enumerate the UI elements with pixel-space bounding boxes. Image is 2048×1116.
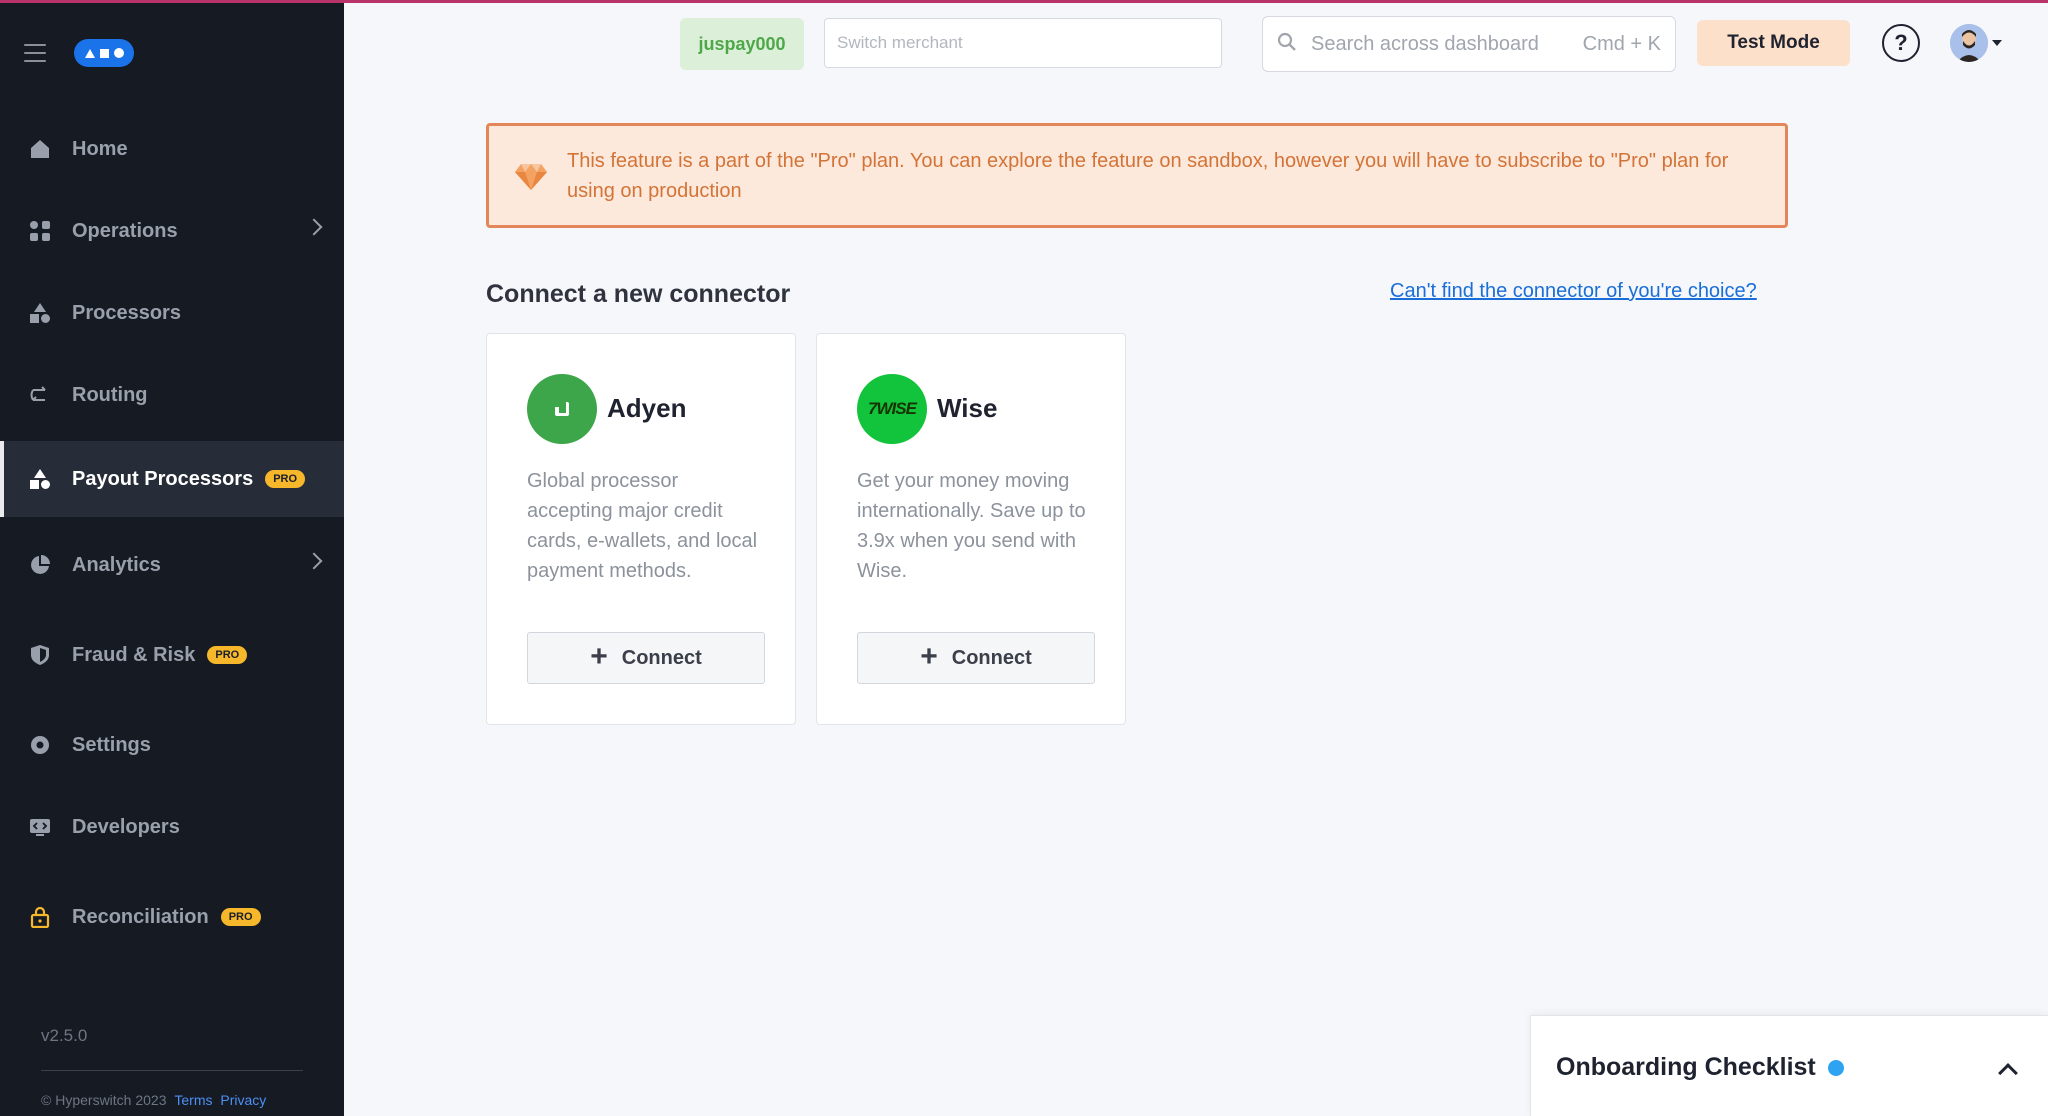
top-accent-line	[0, 0, 2048, 3]
connector-name: Adyen	[607, 393, 687, 423]
connect-adyen-button[interactable]: + Connect	[527, 632, 765, 684]
terms-link[interactable]: Terms	[174, 1092, 212, 1108]
chevron-right-icon	[305, 552, 323, 570]
copyright-text: Hyperswitch 2023	[55, 1092, 167, 1108]
profile-menu[interactable]	[1950, 24, 2002, 64]
merchant-id-badge[interactable]: juspay000	[680, 18, 804, 70]
sidebar-item-developers[interactable]: Developers	[0, 789, 344, 865]
sidebar-item-fraud-risk[interactable]: Fraud & Risk PRO	[0, 617, 344, 693]
plus-icon: +	[590, 639, 608, 673]
lock-icon	[28, 905, 52, 929]
sidebar-item-home[interactable]: Home	[0, 111, 344, 187]
sidebar-item-label: Payout Processors	[72, 467, 254, 490]
connect-wise-button[interactable]: + Connect	[857, 632, 1095, 684]
sidebar-item-analytics[interactable]: Analytics	[0, 527, 344, 603]
sidebar-item-label: Reconciliation	[72, 905, 209, 928]
onboarding-title: Onboarding Checklist	[1556, 1053, 1816, 1081]
sidebar-item-payout-processors[interactable]: Payout Processors PRO	[0, 441, 344, 517]
search-placeholder: Search across dashboard	[1311, 32, 1539, 55]
connect-label: Connect	[621, 646, 702, 669]
processors-icon	[28, 301, 52, 325]
sidebar-item-label: Developers	[72, 815, 180, 838]
sidebar-item-settings[interactable]: Settings	[0, 707, 344, 783]
pro-badge: PRO	[207, 646, 248, 664]
wise-logo-text: 7WISE	[868, 399, 917, 418]
diamond-icon	[513, 158, 549, 194]
gear-icon	[28, 733, 52, 757]
connector-description: Get your money moving internationally. S…	[857, 470, 1086, 582]
routing-icon	[28, 383, 52, 407]
search-icon	[1277, 32, 1297, 57]
dashboard-search[interactable]: Search across dashboard Cmd + K	[1262, 16, 1676, 72]
sidebar-item-label: Routing	[72, 383, 148, 406]
developers-icon	[28, 815, 52, 839]
app-version: v2.5.0	[41, 1026, 88, 1045]
help-icon[interactable]: ?	[1882, 24, 1920, 62]
sidebar-item-label: Operations	[72, 219, 178, 242]
test-mode-button[interactable]: Test Mode	[1697, 20, 1850, 66]
sidebar-item-label: Processors	[72, 301, 181, 324]
switch-merchant-input[interactable]	[824, 18, 1222, 68]
sidebar: Home Operations Processors Routing Payou…	[0, 0, 344, 1116]
sidebar-item-reconciliation[interactable]: Reconciliation PRO	[0, 879, 344, 955]
home-icon	[28, 137, 52, 161]
pro-badge: PRO	[220, 908, 261, 926]
wise-logo: 7WISE	[857, 374, 927, 444]
connect-label: Connect	[951, 646, 1032, 669]
plus-icon: +	[920, 639, 938, 673]
page-title: Connect a new connector	[486, 280, 791, 308]
sidebar-item-label: Home	[72, 137, 128, 160]
chevron-right-icon	[305, 218, 323, 236]
analytics-icon	[28, 553, 52, 577]
connector-card-wise: 7WISE Wise Get your money moving interna…	[816, 333, 1126, 725]
hyperswitch-logo[interactable]	[74, 39, 134, 67]
sidebar-item-processors[interactable]: Processors	[0, 275, 344, 351]
sidebar-item-label: Analytics	[72, 553, 161, 576]
connector-name: Wise	[937, 393, 998, 423]
payout-icon	[28, 467, 52, 491]
pro-badge: PRO	[265, 470, 306, 488]
adyen-logo	[527, 374, 597, 444]
chevron-up-icon[interactable]	[1998, 1063, 2018, 1083]
sidebar-footer: © Hyperswitch 2023 Terms Privacy	[41, 1092, 266, 1108]
sidebar-item-operations[interactable]: Operations	[0, 193, 344, 269]
search-shortcut: Cmd + K	[1582, 32, 1661, 55]
onboarding-checklist-panel[interactable]: Onboarding Checklist	[1530, 1015, 2048, 1116]
caret-down-icon	[1992, 40, 2002, 46]
sidebar-item-label: Fraud & Risk	[72, 643, 196, 666]
sidebar-divider	[41, 1070, 303, 1071]
banner-text: This feature is a part of the "Pro" plan…	[567, 149, 1729, 202]
privacy-link[interactable]: Privacy	[220, 1092, 266, 1108]
copyright-icon: ©	[41, 1092, 52, 1108]
menu-icon[interactable]	[24, 44, 46, 62]
cant-find-connector-link[interactable]: Can't find the connector of you're choic…	[1390, 280, 1757, 303]
sidebar-item-label: Settings	[72, 733, 151, 756]
shield-icon	[28, 643, 52, 667]
pro-plan-banner: This feature is a part of the "Pro" plan…	[486, 123, 1788, 228]
status-dot-icon	[1828, 1060, 1844, 1076]
avatar	[1950, 24, 1988, 62]
operations-icon	[28, 219, 52, 243]
connector-description: Global processor accepting major credit …	[527, 470, 758, 582]
connector-card-adyen: Adyen Global processor accepting major c…	[486, 333, 796, 725]
sidebar-item-routing[interactable]: Routing	[0, 357, 344, 433]
